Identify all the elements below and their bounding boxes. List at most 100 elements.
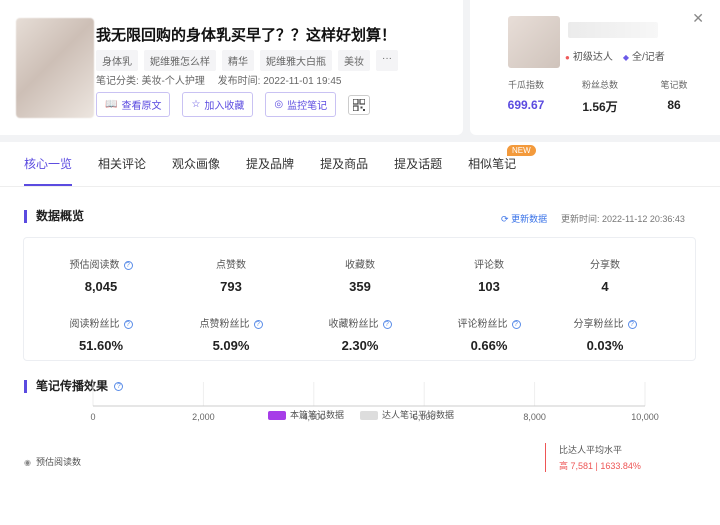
metric-favorites: 收藏数 359: [305, 256, 415, 294]
tab-products[interactable]: 提及商品: [320, 142, 368, 186]
refresh-icon: ⟳: [501, 214, 509, 224]
stat-index: 千瓜指数 699.67: [490, 78, 562, 115]
help-icon[interactable]: ?: [511, 319, 521, 329]
metric-value: 793: [220, 279, 242, 294]
overview-metrics: 预估阅读数? 8,045 点赞数 793 收藏数 359 评论数 103 分享数…: [23, 237, 696, 361]
help-icon[interactable]: ?: [123, 260, 133, 270]
metric-label: 收藏粉丝比: [328, 319, 379, 330]
collect-badge: 全/记者: [623, 48, 665, 63]
metric-read-fan-ratio: 阅读粉丝比? 51.60%: [46, 315, 156, 353]
metric-label: 评论数: [474, 260, 504, 271]
author-stats: 千瓜指数 699.67 粉丝总数 1.56万 笔记数 86: [490, 78, 710, 115]
help-icon[interactable]: ?: [627, 319, 637, 329]
x-tick-label: 4,000: [303, 412, 326, 422]
metric-value: 4: [601, 279, 609, 294]
metric-label: 收藏数: [345, 260, 375, 271]
stat-value: 699.67: [507, 98, 545, 112]
stat-notes: 笔记数 86: [638, 78, 710, 115]
stat-label: 笔记数: [660, 80, 688, 90]
note-tag[interactable]: 精华: [222, 50, 254, 71]
metric-comments: 评论数 103: [434, 256, 544, 294]
divider: [0, 186, 720, 187]
note-title[interactable]: 我无限回购的身体乳买早了？？这样好划算！: [96, 24, 396, 45]
help-icon[interactable]: ?: [382, 319, 392, 329]
stat-fans: 粉丝总数 1.56万: [564, 78, 636, 115]
metric-label: 分享数: [590, 260, 620, 271]
note-meta: 笔记分类: 美妆-个人护理 发布时间: 2022-11-01 19:45: [96, 72, 341, 87]
metric-label: 点赞数: [216, 260, 246, 271]
tab-bar: 核心一览 相关评论 观众画像 提及品牌 提及商品 提及话题 相似笔记: [24, 142, 516, 186]
note-tag[interactable]: 妮维雅大白瓶: [260, 50, 332, 71]
metric-label: 阅读粉丝比: [69, 319, 120, 330]
main-panel: 核心一览 相关评论 观众画像 提及品牌 提及商品 提及话题 相似笔记 NEW 数…: [0, 142, 720, 525]
metric-value: 359: [349, 279, 371, 294]
tab-brands[interactable]: 提及品牌: [246, 142, 294, 186]
metric-label: 分享粉丝比: [573, 319, 624, 330]
updated-time: 更新时间: 2022-11-12 20:36:43: [561, 214, 685, 224]
metric-like-fan-ratio: 点赞粉丝比? 5.09%: [176, 315, 286, 353]
x-tick-label: 2,000: [192, 412, 215, 422]
help-icon[interactable]: ?: [123, 319, 133, 329]
tab-topics[interactable]: 提及话题: [394, 142, 442, 186]
metric-label: 点赞粉丝比: [199, 319, 250, 330]
metric-reads: 预估阅读数? 8,045: [46, 256, 156, 294]
new-badge: NEW: [507, 145, 536, 156]
metric-share-fan-ratio: 分享粉丝比? 0.03%: [550, 315, 660, 353]
x-tick-label: 6,000: [413, 412, 436, 422]
qr-code-button[interactable]: [348, 94, 371, 115]
author-badges: 初级达人 全/记者: [565, 48, 665, 63]
metric-value: 5.09%: [212, 338, 250, 353]
note-category: 笔记分类: 美妆-个人护理: [96, 76, 205, 87]
monitor-note-button[interactable]: ◎ 监控笔记: [265, 92, 337, 117]
metric-favorite-fan-ratio: 收藏粉丝比? 2.30%: [305, 315, 415, 353]
metric-label: 预估阅读数: [69, 260, 120, 271]
metric-comment-fan-ratio: 评论粉丝比? 0.66%: [434, 315, 544, 353]
star-icon: ☆: [191, 99, 201, 110]
monitor-note-label: 监控笔记: [287, 101, 328, 112]
compare-label: 比达人平均水平: [559, 445, 623, 455]
tab-comments[interactable]: 相关评论: [98, 142, 146, 186]
add-favorite-label: 加入收藏: [204, 101, 245, 112]
stat-value: 1.56万: [582, 100, 618, 114]
note-actions: 📖 查看原文 ☆ 加入收藏 ◎ 监控笔记: [96, 92, 371, 117]
view-original-button[interactable]: 📖 查看原文: [96, 92, 171, 117]
metric-value: 2.30%: [341, 338, 379, 353]
add-favorite-button[interactable]: ☆ 加入收藏: [182, 92, 254, 117]
pin-icon: ◎: [274, 99, 284, 110]
more-tags-button[interactable]: ···: [376, 50, 398, 71]
note-publish-time: 发布时间: 2022-11-01 19:45: [217, 76, 342, 87]
help-icon[interactable]: ?: [253, 319, 263, 329]
note-tag[interactable]: 妮维雅怎么样: [144, 50, 216, 71]
overview-title: 数据概览: [24, 210, 84, 223]
x-tick-label: 10,000: [631, 412, 659, 422]
avatar[interactable]: [508, 16, 560, 68]
x-tick-label: 8,000: [523, 412, 546, 422]
note-tags: 身体乳 妮维雅怎么样 精华 妮维雅大白瓶 美妆 ···: [96, 50, 398, 71]
tab-audience[interactable]: 观众画像: [172, 142, 220, 186]
metric-likes: 点赞数 793: [176, 256, 286, 294]
note-thumbnail[interactable]: [16, 18, 94, 118]
stat-value: 86: [667, 98, 681, 112]
note-tag[interactable]: 美妆: [338, 50, 370, 71]
view-original-label: 查看原文: [121, 101, 162, 112]
close-icon[interactable]: ✕: [692, 10, 704, 27]
metric-value: 8,045: [84, 279, 118, 294]
qr-code-icon: [353, 98, 366, 111]
refresh-data-button[interactable]: ⟳ 更新数据: [501, 212, 547, 225]
metric-value: 0.66%: [470, 338, 508, 353]
metric-shares: 分享数 4: [550, 256, 660, 294]
tab-overview[interactable]: 核心一览: [24, 142, 73, 186]
metric-value: 51.60%: [78, 338, 124, 353]
author-name-blurred[interactable]: [568, 22, 658, 38]
x-tick-label: 0: [90, 412, 95, 422]
metric-value: 0.03%: [586, 338, 624, 353]
refresh-label: 更新数据: [511, 214, 548, 224]
metric-label: 评论粉丝比: [457, 319, 508, 330]
book-icon: 📖: [105, 99, 118, 110]
author-card: 初级达人 全/记者 ✕ 千瓜指数 699.67 粉丝总数 1.56万 笔记数 8…: [470, 0, 720, 135]
stat-label: 千瓜指数: [507, 80, 544, 90]
note-tag[interactable]: 身体乳: [96, 50, 138, 71]
compare-annotation: 比达人平均水平 高 7,581 | 1633.84%: [545, 443, 641, 472]
level-badge: 初级达人: [565, 48, 613, 63]
compare-value: 高 7,581 | 1633.84%: [559, 461, 641, 471]
